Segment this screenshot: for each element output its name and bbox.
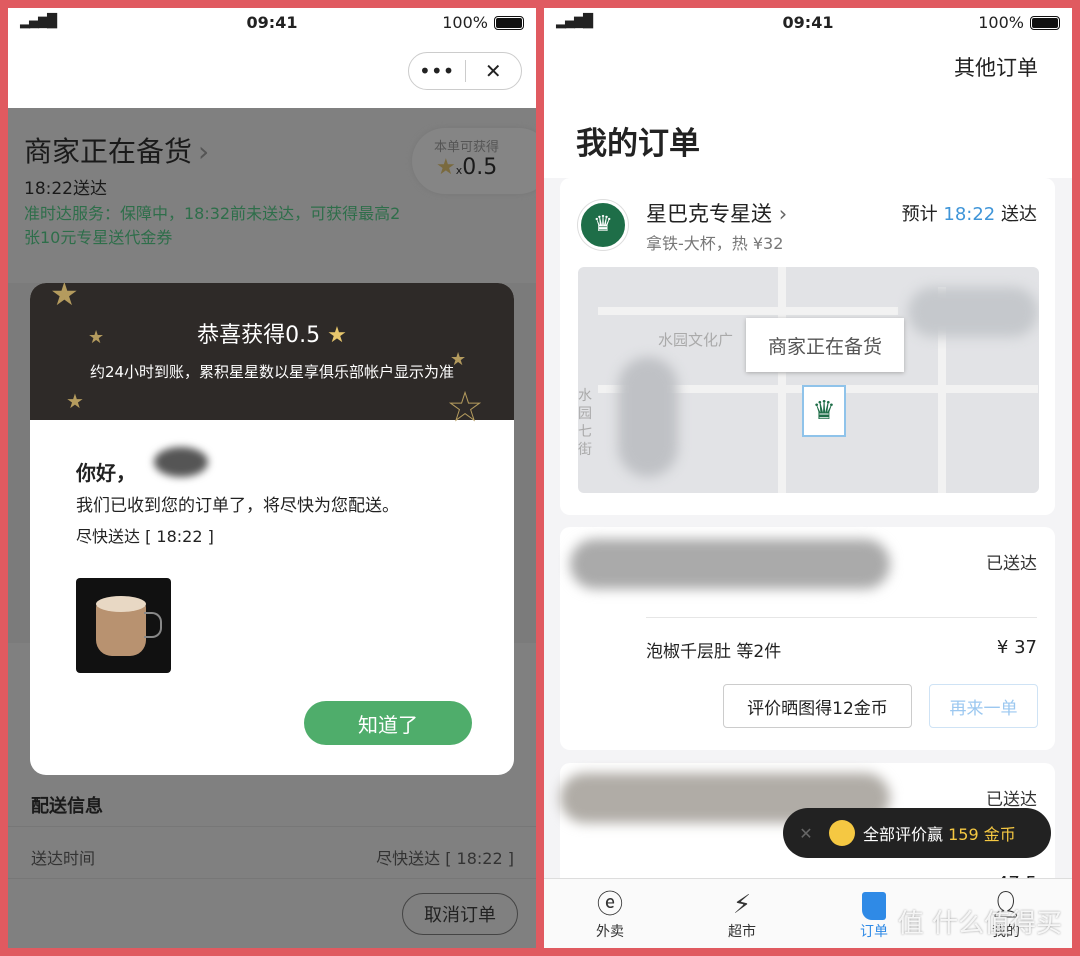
map-label: 水园七街 (578, 388, 592, 458)
chevron-right-icon: › (198, 135, 210, 168)
reorder-button[interactable]: 再来一单 (929, 684, 1038, 728)
latte-image (76, 578, 171, 673)
modal-message: 我们已收到您的订单了，将尽快为您配送。 (76, 496, 399, 516)
status-bar: ▂▄▆█ 09:41 100% (544, 8, 1072, 38)
tab-supermarket[interactable]: ⚡ 超市 (676, 879, 808, 948)
order-eta: 预计 18:22 送达 (901, 204, 1037, 225)
redacted-name (154, 447, 208, 477)
modal-header: ★ ★ ★ ★ ★ 恭喜获得0.5 ★ 约24小时到账，累积星星数以星享俱乐部帐… (30, 283, 514, 430)
store-name[interactable]: 星巴克专星送 › (646, 198, 787, 228)
star-icon: ★ (436, 155, 456, 180)
close-button[interactable]: ✕ (466, 59, 522, 83)
delivery-time-value: 尽快送达 [ 18:22 ] (376, 849, 514, 868)
eleme-icon: ⓔ (596, 890, 623, 920)
on-time-service: 准时达服务：保障中，18:32前未送达，可获得最高2张10元专星送代金券 (24, 204, 401, 247)
nav-bar: ••• ✕ (8, 38, 536, 108)
review-button[interactable]: 评价晒图得12金币 (723, 684, 912, 728)
stars-earned-modal: ★ ★ ★ ★ ★ 恭喜获得0.5 ★ 约24小时到账，累积星星数以星享俱乐部帐… (30, 283, 514, 775)
eta-text: 18:22送达 (24, 179, 107, 199)
order-item: 拿铁-大杯，热 ¥32 (646, 234, 784, 253)
chevron-right-icon: › (778, 202, 788, 226)
close-icon[interactable]: ✕ (783, 824, 829, 843)
delivery-info-title: 配送信息 (31, 796, 103, 817)
more-button[interactable]: ••• (409, 59, 465, 83)
battery-icon (494, 15, 524, 30)
modal-subtitle: 约24小时到账，累积星星数以星享俱乐部帐户显示为准 (89, 363, 455, 381)
left-screen: ▂▄▆█ 09:41 100% ••• ✕ 商家正在备货 › 18:22送达 准时… (8, 8, 536, 948)
order-price: ¥ 37 (996, 637, 1037, 658)
greeting: 你好， (76, 461, 136, 485)
star-icon: ★ (450, 349, 467, 370)
delivery-time-label: 送达时间 (31, 849, 96, 868)
map-status-bubble: 商家正在备货 (746, 318, 904, 372)
got-it-button[interactable]: 知道了 (304, 701, 472, 745)
battery-percent: 100% (978, 13, 1024, 32)
status-bar: ▂▄▆█ 09:41 100% (8, 8, 536, 38)
order-status: 已送达 (986, 554, 1037, 574)
coin-icon (829, 820, 855, 846)
star-icon: ★ (50, 283, 79, 313)
basket-icon: ⚡ (732, 890, 752, 920)
earn-value: 0.5 (462, 155, 498, 180)
star-icon: ★ (327, 323, 347, 348)
review-reward-toast[interactable]: ✕ 全部评价赢 159 金币 (783, 808, 1051, 858)
modal-eta: 尽快送达 [ 18:22 ] (76, 527, 214, 546)
toast-highlight: 159 金币 (948, 825, 1016, 844)
delivery-map[interactable]: 水园文化广 水园七街 商家正在备货 ♛ (578, 267, 1039, 493)
other-orders-link[interactable]: 其他订单 (954, 52, 1038, 82)
order-status: 已送达 (986, 790, 1037, 810)
star-outline-icon: ★ (447, 385, 483, 430)
miniapp-capsule: ••• ✕ (408, 52, 522, 90)
toast-text: 全部评价赢 (863, 825, 944, 844)
battery-percent: 100% (442, 13, 488, 32)
map-label: 水园文化广 (658, 331, 734, 349)
order-card-2[interactable]: 已送达 泡椒千层肚 等2件 ¥ 37 评价晒图得12金币 再来一单 (560, 527, 1055, 750)
page-title: 我的订单 (576, 126, 700, 162)
star-icon: ★ (88, 327, 105, 348)
store-marker-icon: ♛ (802, 385, 846, 437)
star-icon: ★ (66, 389, 84, 413)
redacted-store (570, 539, 890, 589)
stars-earned-badge[interactable]: 本单可获得 ★x0.5 (412, 128, 536, 194)
cancel-order-button[interactable]: 取消订单 (402, 893, 518, 935)
tab-takeout[interactable]: ⓔ 外卖 (544, 879, 676, 948)
battery-icon (1030, 15, 1060, 30)
earn-label: 本单可获得 (434, 140, 500, 155)
order-card-starbucks[interactable]: ♛ 星巴克专星送 › 拿铁-大杯，热 ¥32 预计 18:22 送达 水园文化广… (560, 178, 1055, 515)
right-screen: ▂▄▆█ 09:41 100% 其他订单 我的订单 ♛ 星巴克专星送 › 拿铁-… (544, 8, 1072, 948)
order-items: 泡椒千层肚 等2件 (646, 642, 782, 662)
order-status-title[interactable]: 商家正在备货 › (24, 130, 209, 170)
starbucks-logo: ♛ (578, 200, 628, 250)
watermark: 值 什么值得买 (897, 909, 1062, 939)
